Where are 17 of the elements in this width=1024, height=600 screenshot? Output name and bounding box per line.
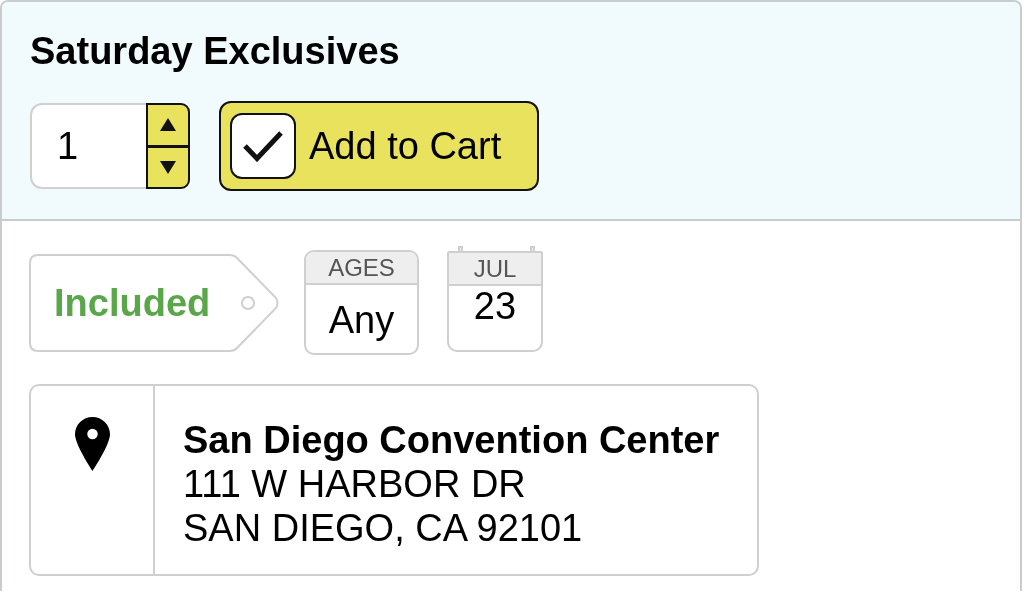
map-pin-icon: [74, 417, 110, 471]
ages-value: Any: [327, 298, 396, 342]
section-title: Saturday Exclusives: [30, 29, 400, 73]
address-line: SAN DIEGO, CA 92101: [183, 506, 583, 550]
check-icon: [243, 130, 283, 162]
triangle-up-icon: [160, 118, 176, 132]
tag-hole-icon: [241, 296, 255, 310]
quantity-input[interactable]: 1: [30, 103, 146, 189]
checkbox[interactable]: [230, 113, 296, 179]
included-label: Included: [54, 281, 211, 325]
add-to-cart-button[interactable]: Add to Cart: [219, 101, 539, 191]
day-label: 23: [472, 286, 518, 326]
triangle-down-icon: [160, 160, 176, 174]
month-label: JUL: [449, 253, 541, 286]
venue-name: San Diego Convention Center: [183, 418, 720, 462]
address-line: 111 W HARBOR DR: [183, 462, 526, 506]
ages-label: AGES: [306, 252, 417, 285]
